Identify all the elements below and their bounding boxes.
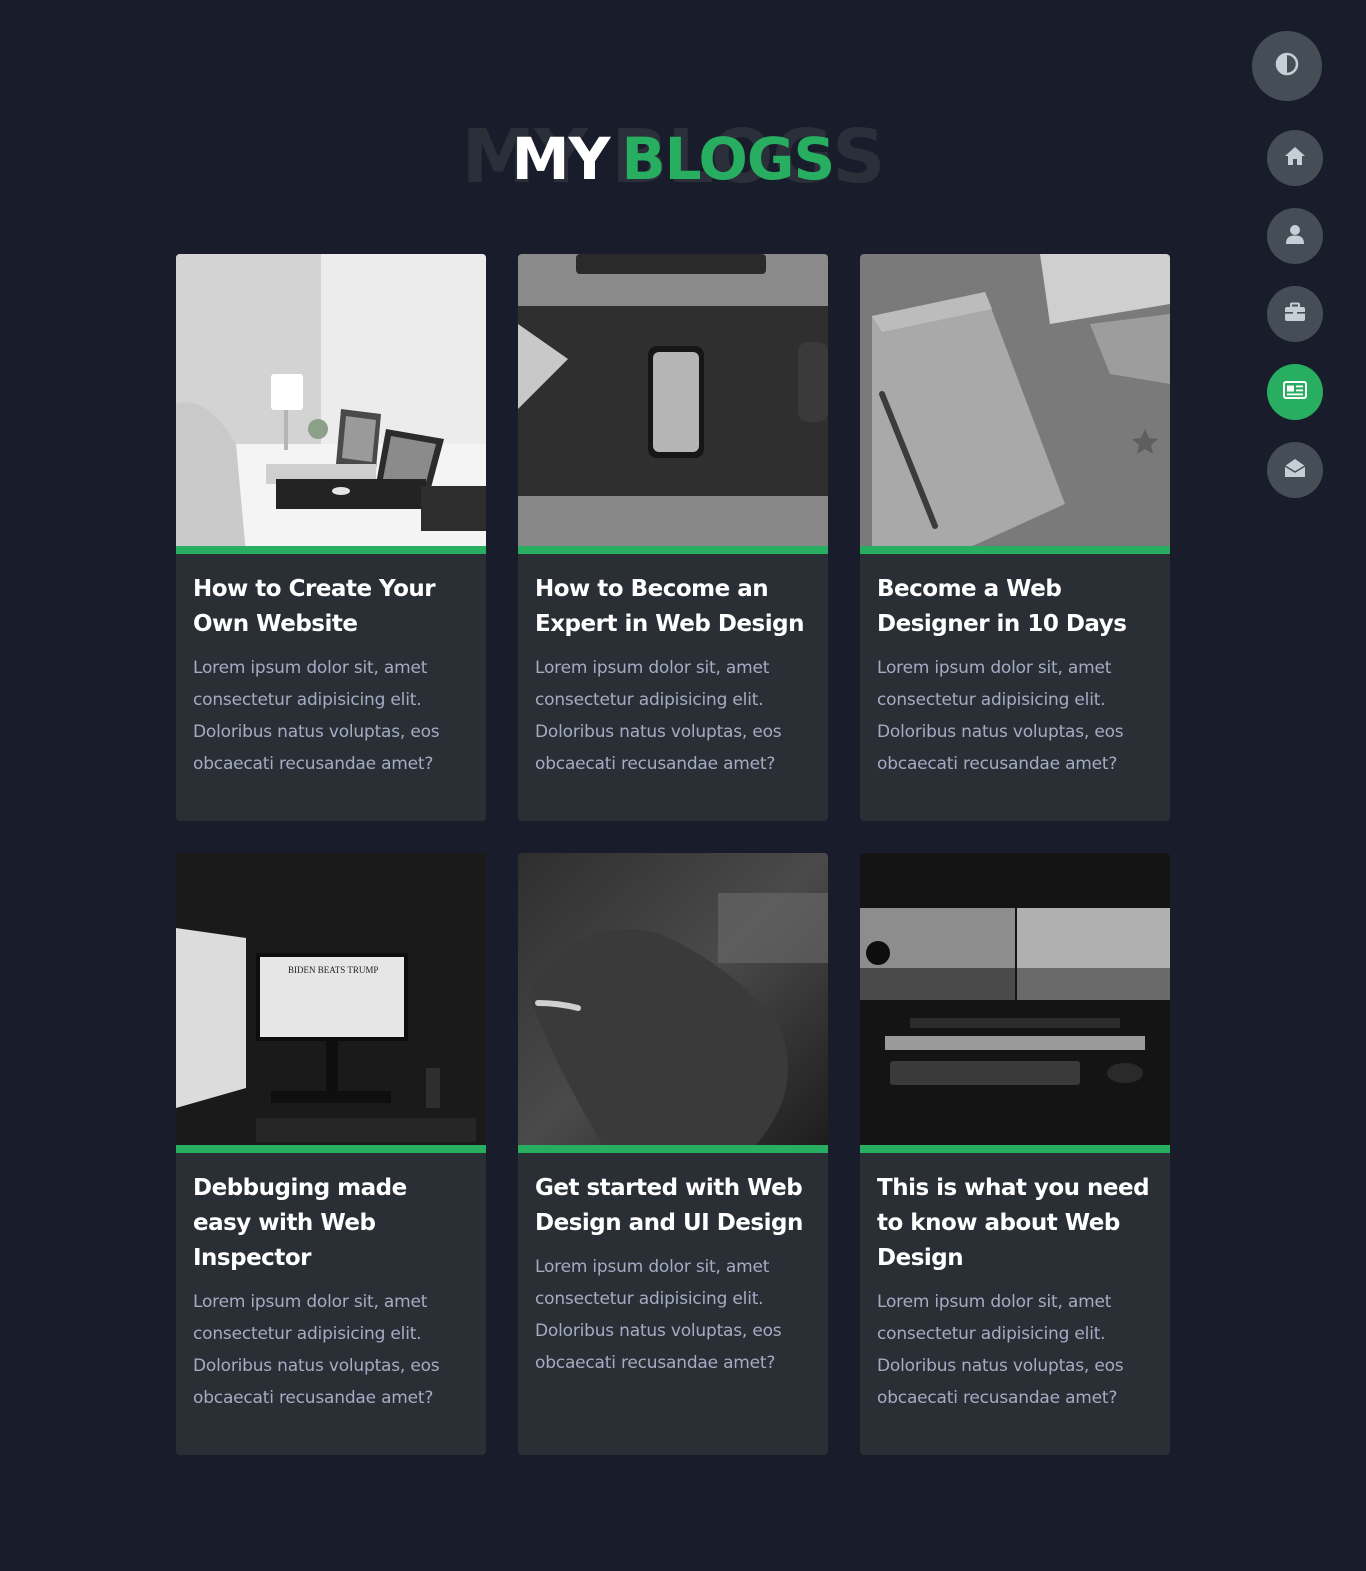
blog-card[interactable]: Get started with Web Design and UI Desig… (518, 853, 828, 1455)
nav-blogs-button[interactable] (1267, 364, 1323, 420)
blog-image (518, 254, 828, 554)
nav-about-button[interactable] (1267, 208, 1323, 264)
blog-excerpt: Lorem ipsum dolor sit, amet consectetur … (535, 1257, 782, 1373)
blog-card[interactable]: How to Create Your Own Website Lorem ips… (176, 254, 486, 821)
page-header: MY BLOGS MY BLOGS (0, 110, 1346, 210)
nav-portfolio-button[interactable] (1267, 286, 1323, 342)
blog-title[interactable]: Get started with Web Design and UI Desig… (535, 1171, 811, 1241)
blog-excerpt: Lorem ipsum dolor sit, amet consectetur … (535, 658, 782, 774)
blog-title[interactable]: How to Become an Expert in Web Design (535, 572, 811, 642)
blog-excerpt: Lorem ipsum dolor sit, amet consectetur … (877, 658, 1124, 774)
nav-contact-button[interactable] (1267, 442, 1323, 498)
blog-title[interactable]: This is what you need to know about Web … (877, 1171, 1153, 1276)
page-title: MY BLOGS (0, 130, 1346, 188)
home-icon (1284, 146, 1306, 170)
nav-home-button[interactable] (1267, 130, 1323, 186)
newspaper-headline: BIDEN BEATS TRUMP (288, 965, 379, 975)
blog-image (176, 254, 486, 554)
title-word-blogs: BLOGS (621, 125, 835, 193)
blog-card[interactable]: This is what you need to know about Web … (860, 853, 1170, 1455)
blog-image (518, 853, 828, 1153)
briefcase-icon (1284, 302, 1306, 326)
blog-title[interactable]: How to Create Your Own Website (193, 572, 469, 642)
blog-title[interactable]: Debbuging made easy with Web Inspector (193, 1171, 469, 1276)
user-icon (1285, 224, 1305, 248)
side-navigation (1267, 130, 1323, 520)
title-word-my: MY (511, 125, 611, 193)
blog-card[interactable]: How to Become an Expert in Web Design Lo… (518, 254, 828, 821)
theme-toggle-button[interactable] (1252, 31, 1322, 101)
blog-excerpt: Lorem ipsum dolor sit, amet consectetur … (193, 1292, 440, 1408)
contrast-icon (1275, 52, 1299, 80)
blog-card[interactable]: Become a Web Designer in 10 Days Lorem i… (860, 254, 1170, 821)
blog-image (860, 254, 1170, 554)
blog-excerpt: Lorem ipsum dolor sit, amet consectetur … (877, 1292, 1124, 1408)
blog-image: BIDEN BEATS TRUMP (176, 853, 486, 1153)
envelope-open-icon (1284, 458, 1306, 482)
blog-title[interactable]: Become a Web Designer in 10 Days (877, 572, 1153, 642)
blog-image (860, 853, 1170, 1153)
blog-excerpt: Lorem ipsum dolor sit, amet consectetur … (193, 658, 440, 774)
blog-card[interactable]: BIDEN BEATS TRUMP Debbuging made easy wi… (176, 853, 486, 1455)
newspaper-icon (1283, 381, 1307, 403)
